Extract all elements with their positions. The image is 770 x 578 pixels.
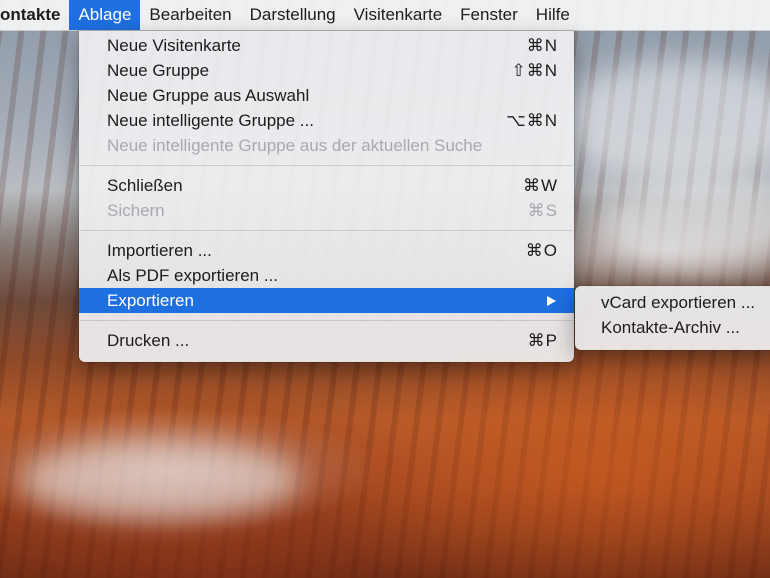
menu-item-label: Importieren ...: [107, 241, 212, 260]
menu-item-shortcut: ⌘N: [526, 36, 558, 55]
menu-item-label: Drucken ...: [107, 331, 190, 350]
menu-item-label: Neue intelligente Gruppe ...: [107, 111, 314, 130]
menu-item-shortcut: ⌘O: [525, 241, 558, 260]
menu-item-new-smart-group-from-search: Neue intelligente Gruppe aus der aktuell…: [79, 133, 574, 158]
menu-app-contacts[interactable]: ontakte: [0, 0, 69, 30]
menu-item-new-smart-group[interactable]: Neue intelligente Gruppe ... ⌥⌘N: [79, 108, 574, 133]
menu-item-close[interactable]: Schließen ⌘W: [79, 173, 574, 198]
menu-item-label: Schließen: [107, 176, 183, 195]
wallpaper-cloud: [20, 440, 300, 520]
menu-fenster[interactable]: Fenster: [451, 0, 527, 30]
export-submenu: vCard exportieren ... Kontakte-Archiv ..…: [575, 286, 770, 350]
menu-separator: [80, 230, 573, 231]
submenu-item-contacts-archive[interactable]: Kontakte-Archiv ...: [575, 315, 770, 340]
menu-item-label: Exportieren: [107, 291, 194, 310]
menu-item-import[interactable]: Importieren ... ⌘O: [79, 238, 574, 263]
menu-item-new-group-from-selection[interactable]: Neue Gruppe aus Auswahl: [79, 83, 574, 108]
ablage-dropdown-menu: Neue Visitenkarte ⌘N Neue Gruppe ⇧⌘N Neu…: [79, 31, 574, 362]
menu-item-print[interactable]: Drucken ... ⌘P: [79, 328, 574, 353]
menu-item-shortcut: ⌘W: [522, 176, 558, 195]
menu-item-label: Kontakte-Archiv ...: [601, 318, 740, 337]
wallpaper-cloud: [600, 180, 770, 270]
submenu-item-export-vcard[interactable]: vCard exportieren ...: [575, 290, 770, 315]
menu-item-shortcut: ⌘S: [527, 201, 558, 220]
menu-item-shortcut: ⌘P: [527, 331, 558, 350]
menu-item-save: Sichern ⌘S: [79, 198, 574, 223]
menu-ablage[interactable]: Ablage: [69, 0, 141, 30]
menu-item-label: vCard exportieren ...: [601, 293, 756, 312]
menu-visitenkarte[interactable]: Visitenkarte: [345, 0, 452, 30]
menu-item-label: Als PDF exportieren ...: [107, 266, 279, 285]
menu-darstellung[interactable]: Darstellung: [241, 0, 345, 30]
menu-item-new-card[interactable]: Neue Visitenkarte ⌘N: [79, 33, 574, 58]
menu-item-label: Neue Gruppe aus Auswahl: [107, 86, 310, 105]
menu-item-new-group[interactable]: Neue Gruppe ⇧⌘N: [79, 58, 574, 83]
menu-bar: ontakte Ablage Bearbeiten Darstellung Vi…: [0, 0, 770, 31]
menu-item-shortcut: ⌥⌘N: [506, 111, 558, 130]
menu-item-shortcut: ⇧⌘N: [511, 61, 558, 80]
menu-item-label: Sichern: [107, 201, 165, 220]
menu-separator: [80, 320, 573, 321]
menu-item-label: Neue Visitenkarte: [107, 36, 241, 55]
menu-item-export[interactable]: Exportieren: [79, 288, 574, 313]
submenu-arrow-icon: [547, 296, 556, 306]
menu-item-export-pdf[interactable]: Als PDF exportieren ...: [79, 263, 574, 288]
menu-hilfe[interactable]: Hilfe: [527, 0, 579, 30]
menu-item-label: Neue Gruppe: [107, 61, 210, 80]
menu-separator: [80, 165, 573, 166]
menu-bearbeiten[interactable]: Bearbeiten: [140, 0, 240, 30]
wallpaper-cloud: [560, 60, 770, 180]
menu-item-label: Neue intelligente Gruppe aus der aktuell…: [107, 136, 483, 155]
